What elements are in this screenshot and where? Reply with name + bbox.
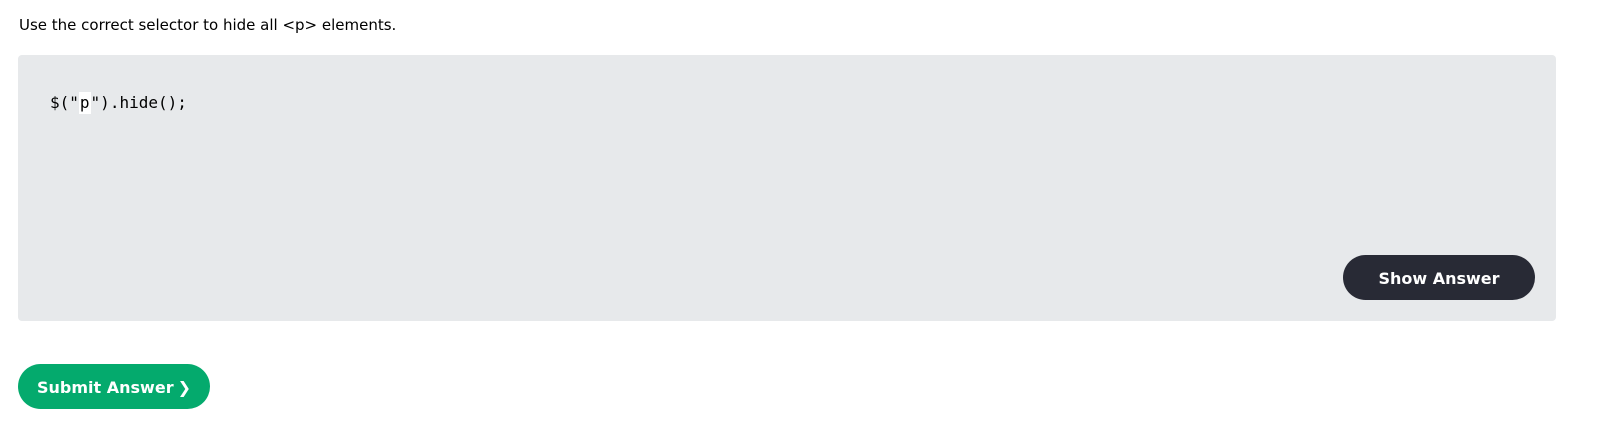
chevron-right-icon: ❯ (177, 378, 191, 397)
submit-answer-button[interactable]: Submit Answer ❯ (18, 364, 210, 409)
show-answer-button[interactable]: Show Answer (1343, 255, 1535, 300)
code-prefix: $(" (50, 93, 79, 112)
code-line: $("p").hide(); (50, 92, 187, 114)
exercise-page: Use the correct selector to hide all <p>… (0, 0, 1617, 438)
selector-input[interactable]: p (78, 92, 91, 114)
exercise-box: $("p").hide(); Show Answer (18, 55, 1556, 321)
exercise-instruction: Use the correct selector to hide all <p>… (19, 16, 397, 34)
code-suffix: ").hide(); (90, 93, 187, 112)
submit-answer-label: Submit Answer (37, 378, 174, 397)
